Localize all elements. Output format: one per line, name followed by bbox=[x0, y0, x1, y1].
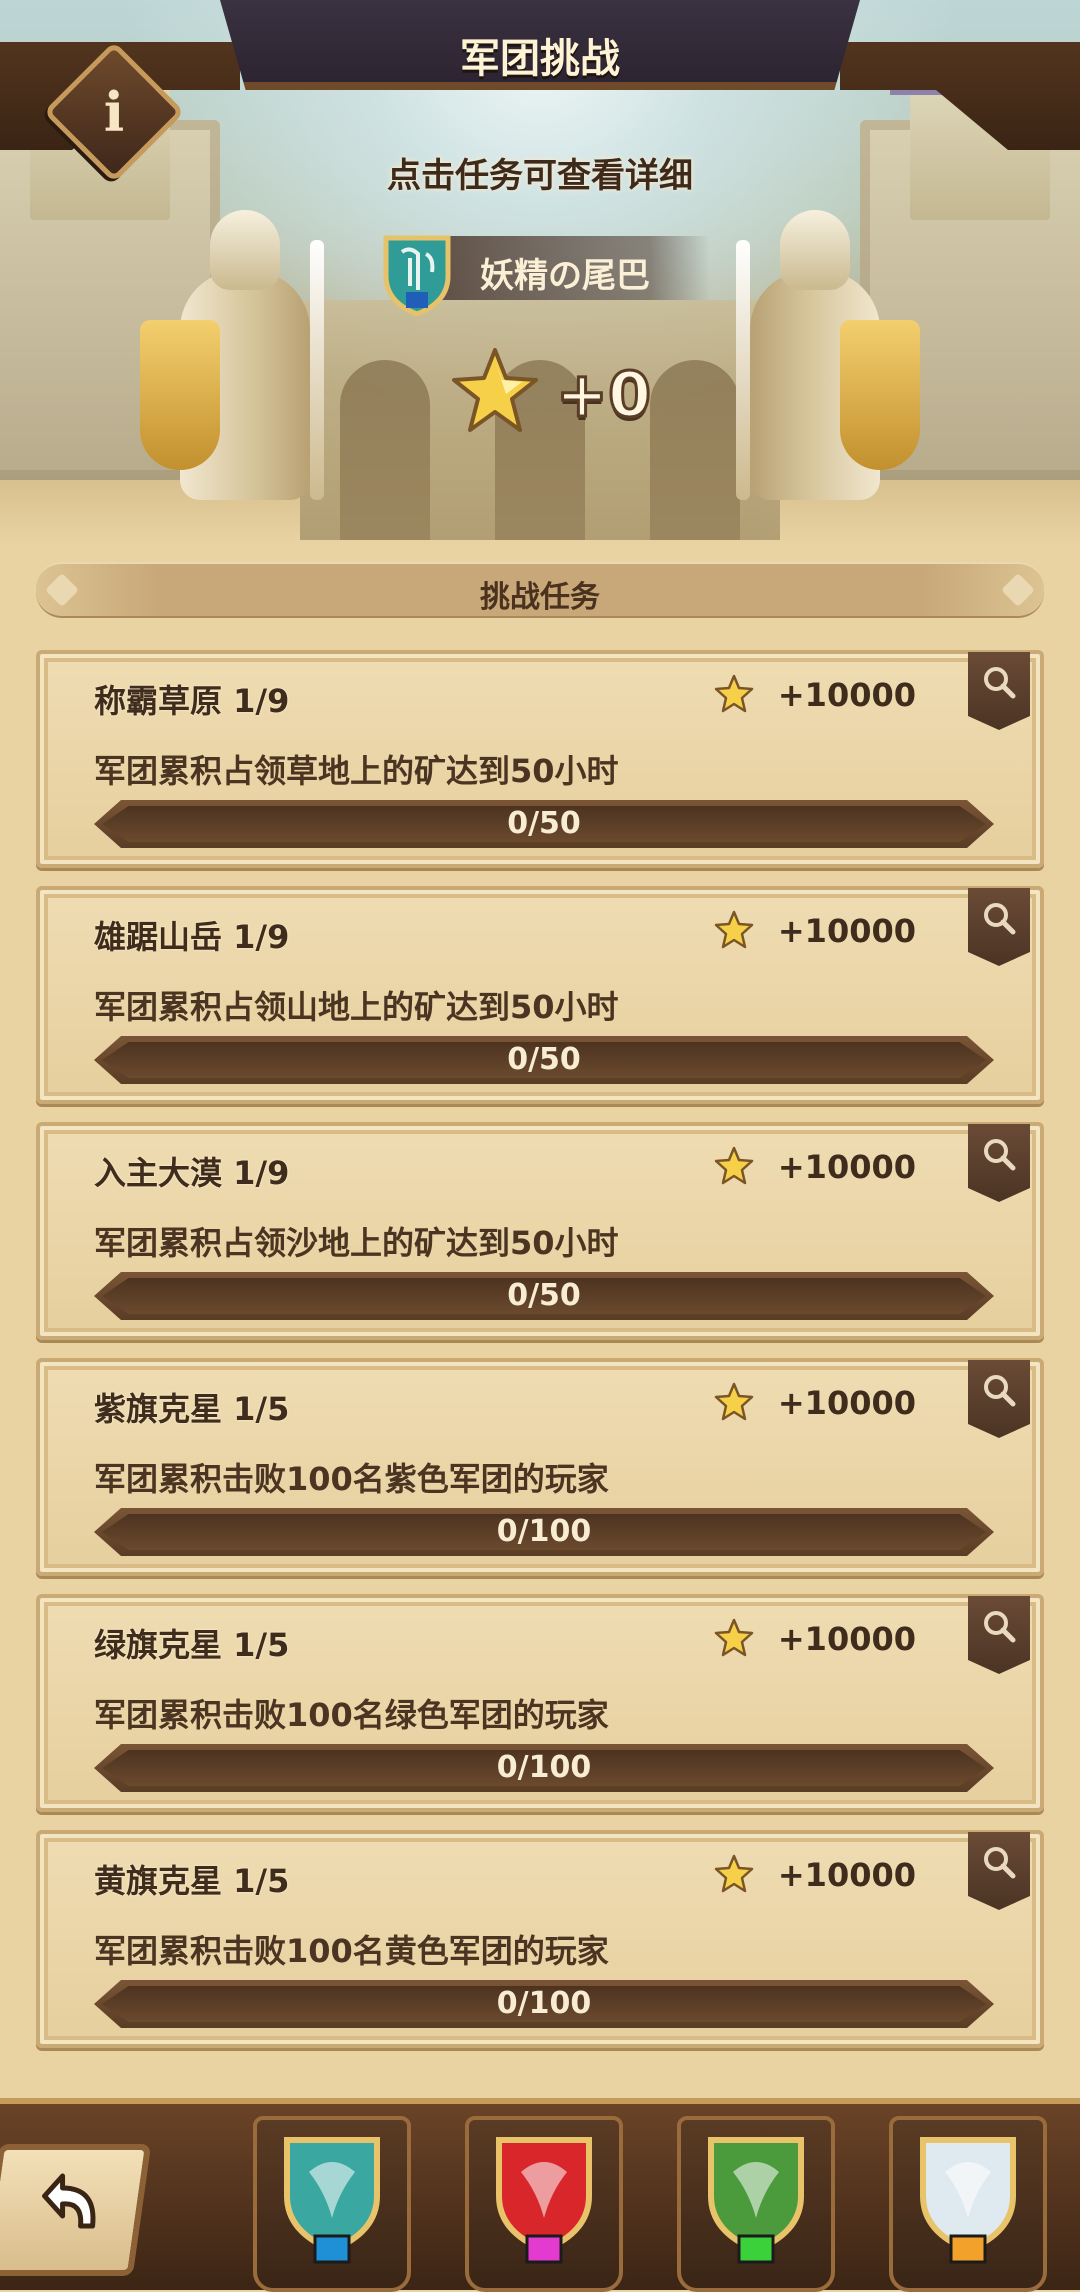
task-reward: +10000 bbox=[777, 912, 916, 950]
page-title: 军团挑战 bbox=[460, 36, 620, 82]
task-description: 军团累积击败100名绿色军团的玩家 bbox=[94, 1696, 609, 1734]
task-progress-bar: 0/100 bbox=[94, 1744, 994, 1792]
search-icon bbox=[984, 903, 1016, 935]
progress-label: 0/100 bbox=[496, 1514, 592, 1549]
task-card[interactable]: 称霸草原 1/9 +10000 军团累积占领草地上的矿达到50小时 0/50 bbox=[36, 650, 1044, 868]
star-icon bbox=[452, 348, 538, 432]
task-reward: +10000 bbox=[777, 1384, 916, 1422]
task-description: 军团累积占领沙地上的矿达到50小时 bbox=[94, 1224, 619, 1262]
task-description: 军团累积占领山地上的矿达到50小时 bbox=[94, 988, 619, 1026]
legion-tab-4[interactable] bbox=[889, 2116, 1047, 2292]
star-icon bbox=[714, 1146, 754, 1185]
leaf-shield-icon bbox=[708, 2137, 804, 2264]
bottom-bar bbox=[0, 2098, 1080, 2292]
progress-label: 0/50 bbox=[507, 806, 581, 841]
trident-shield-icon bbox=[920, 2137, 1016, 2264]
search-icon bbox=[984, 667, 1016, 699]
task-detail-button[interactable] bbox=[968, 1124, 1030, 1202]
star-icon bbox=[714, 674, 754, 713]
legion-tab-3[interactable] bbox=[677, 2116, 835, 2292]
task-list: 称霸草原 1/9 +10000 军团累积占领草地上的矿达到50小时 0/50 雄… bbox=[36, 650, 1044, 2066]
task-progress-bar: 0/50 bbox=[94, 1036, 994, 1084]
legion-tab-1[interactable] bbox=[253, 2116, 411, 2292]
harp-shield-icon bbox=[284, 2137, 380, 2264]
task-name: 绿旗克星 1/5 bbox=[94, 1626, 290, 1664]
task-description: 军团累积击败100名黄色军团的玩家 bbox=[94, 1932, 609, 1970]
legion-score: +0 bbox=[554, 357, 652, 433]
section-header: 挑战任务 bbox=[36, 562, 1044, 618]
task-name: 黄旗克星 1/5 bbox=[94, 1862, 290, 1900]
task-detail-button[interactable] bbox=[968, 652, 1030, 730]
section-title: 挑战任务 bbox=[480, 580, 600, 615]
task-description: 军团累积占领草地上的矿达到50小时 bbox=[94, 752, 619, 790]
task-reward: +10000 bbox=[777, 1856, 916, 1894]
search-icon bbox=[984, 1139, 1016, 1171]
task-card[interactable]: 紫旗克星 1/5 +10000 军团累积击败100名紫色军团的玩家 0/100 bbox=[36, 1358, 1044, 1576]
task-name: 称霸草原 1/9 bbox=[94, 682, 290, 720]
task-reward: +10000 bbox=[777, 676, 916, 714]
task-detail-button[interactable] bbox=[968, 1596, 1030, 1674]
task-name: 紫旗克星 1/5 bbox=[94, 1390, 290, 1428]
task-reward: +10000 bbox=[777, 1148, 916, 1186]
task-progress-bar: 0/100 bbox=[94, 1508, 994, 1556]
task-name: 雄踞山岳 1/9 bbox=[94, 918, 290, 956]
task-progress-bar: 0/50 bbox=[94, 1272, 994, 1320]
task-detail-button[interactable] bbox=[968, 1360, 1030, 1438]
task-card[interactable]: 雄踞山岳 1/9 +10000 军团累积占领山地上的矿达到50小时 0/50 bbox=[36, 886, 1044, 1104]
search-icon bbox=[984, 1847, 1016, 1879]
back-arrow-icon bbox=[42, 2173, 96, 2229]
hint-text: 点击任务可查看详细 bbox=[387, 156, 693, 196]
knight-statue-right bbox=[710, 200, 920, 530]
dragon-shield-icon bbox=[496, 2137, 592, 2264]
castle-gate bbox=[300, 300, 780, 540]
legion-name: 妖精の尾巴 bbox=[480, 256, 650, 296]
task-progress-bar: 0/100 bbox=[94, 1980, 994, 2028]
task-progress-bar: 0/50 bbox=[94, 800, 994, 848]
task-name: 入主大漠 1/9 bbox=[94, 1154, 290, 1192]
back-button[interactable] bbox=[0, 2144, 152, 2276]
progress-label: 0/50 bbox=[507, 1042, 581, 1077]
progress-label: 0/100 bbox=[496, 1986, 592, 2021]
task-detail-button[interactable] bbox=[968, 888, 1030, 966]
search-icon bbox=[984, 1375, 1016, 1407]
task-card[interactable]: 黄旗克星 1/5 +10000 军团累积击败100名黄色军团的玩家 0/100 bbox=[36, 1830, 1044, 2048]
task-description: 军团累积击败100名紫色军团的玩家 bbox=[94, 1460, 609, 1498]
harp-shield-icon bbox=[383, 235, 451, 316]
progress-label: 0/100 bbox=[496, 1750, 592, 1785]
task-reward: +10000 bbox=[777, 1620, 916, 1658]
task-detail-button[interactable] bbox=[968, 1832, 1030, 1910]
search-icon bbox=[984, 1611, 1016, 1643]
star-icon bbox=[714, 1854, 754, 1893]
info-icon: i bbox=[103, 80, 125, 144]
star-icon bbox=[714, 910, 754, 949]
legion-tab-2[interactable] bbox=[465, 2116, 623, 2292]
progress-label: 0/50 bbox=[507, 1278, 581, 1313]
knight-statue-left bbox=[140, 200, 350, 530]
task-card[interactable]: 入主大漠 1/9 +10000 军团累积占领沙地上的矿达到50小时 0/50 bbox=[36, 1122, 1044, 1340]
star-icon bbox=[714, 1382, 754, 1421]
star-icon bbox=[714, 1618, 754, 1657]
task-card[interactable]: 绿旗克星 1/5 +10000 军团累积击败100名绿色军团的玩家 0/100 bbox=[36, 1594, 1044, 1812]
